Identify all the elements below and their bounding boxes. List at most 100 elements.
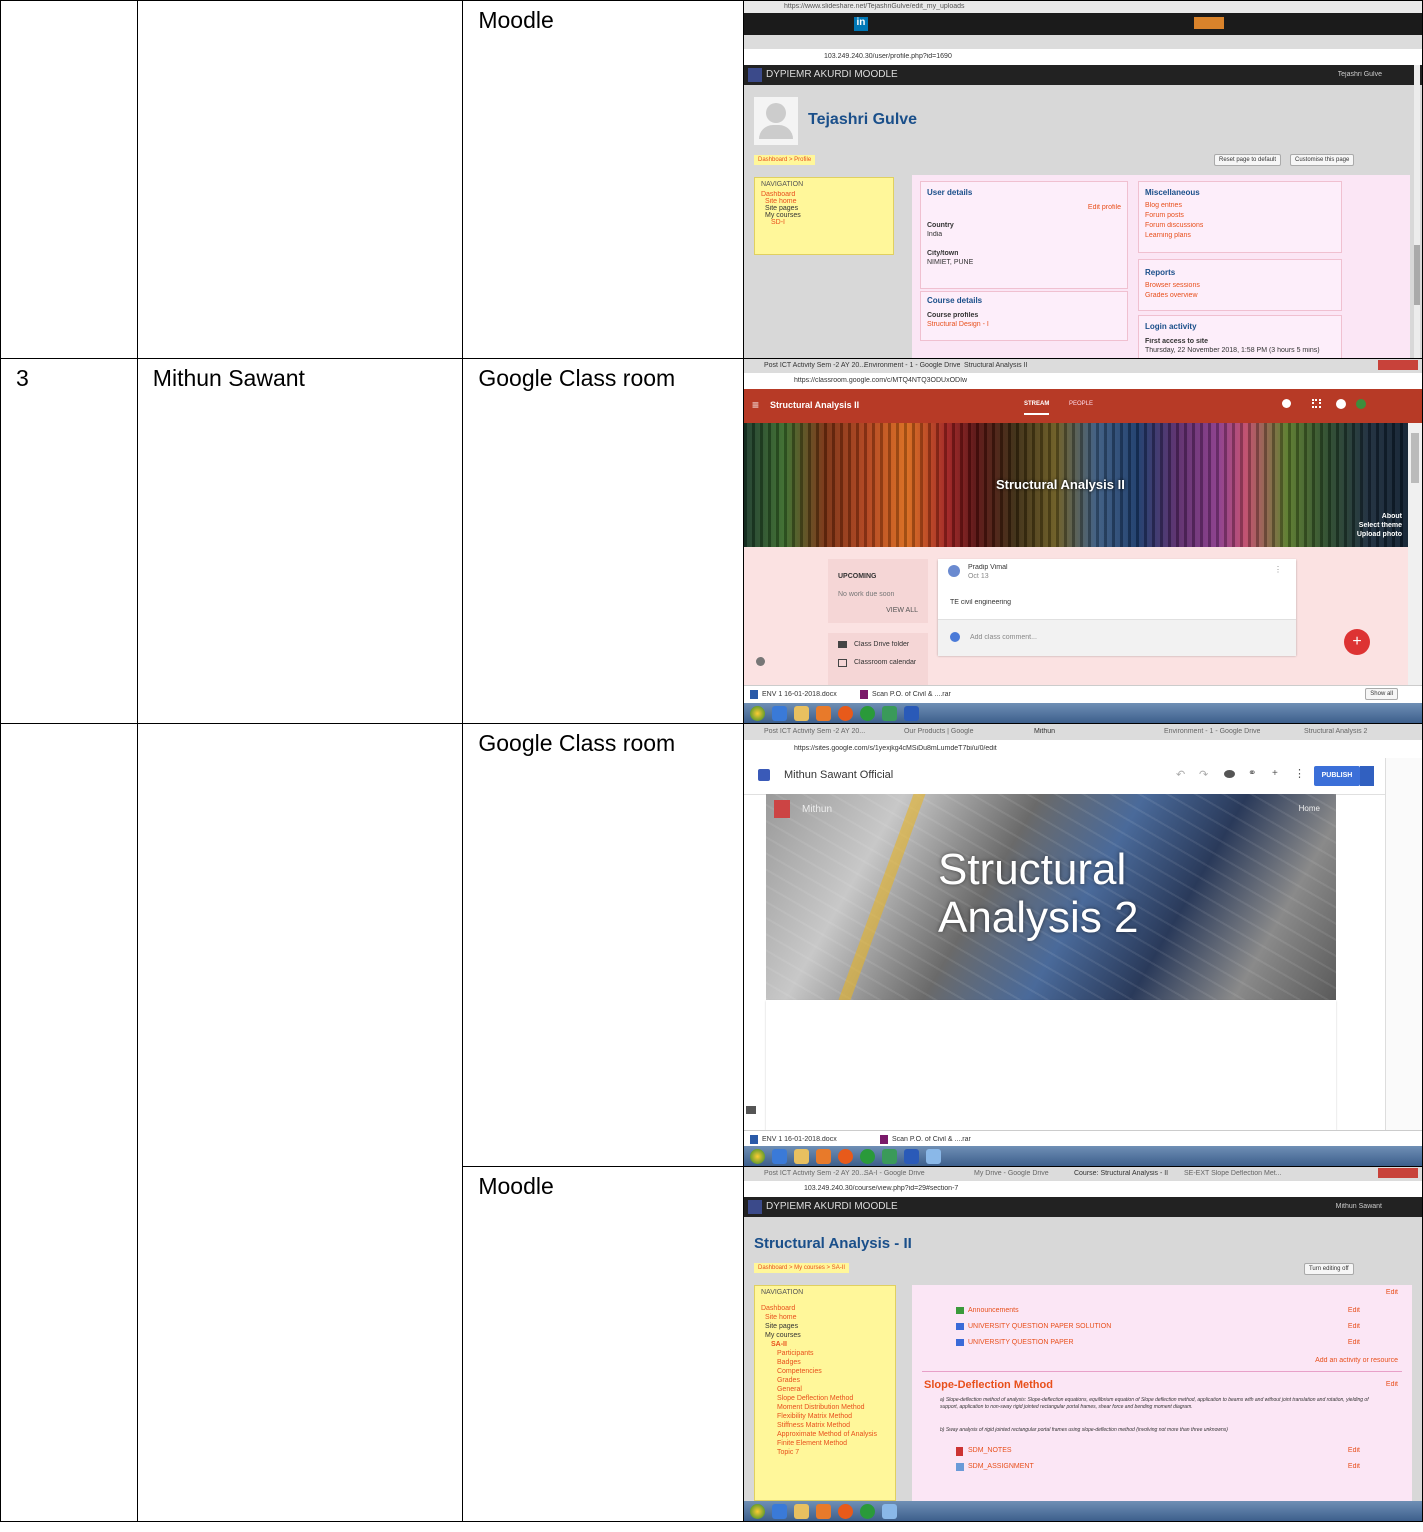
tab-slope[interactable]: SE-EXT Slope Deflection Met... — [1184, 1170, 1282, 1177]
redo-icon[interactable]: ↷ — [1199, 768, 1208, 781]
media-icon[interactable] — [815, 1504, 831, 1519]
activity-link[interactable]: UNIVERSITY QUESTION PAPER SOLUTION — [968, 1323, 1111, 1330]
start-icon[interactable] — [749, 1149, 765, 1164]
file-item[interactable]: SDM_NOTES Edit — [940, 1445, 1380, 1461]
site-title[interactable]: DYPIEMR AKURDI MOODLE — [766, 69, 898, 80]
activity-item[interactable]: UNIVERSITY QUESTION PAPER SOLUTION Edit — [940, 1321, 1380, 1337]
paint-icon[interactable] — [925, 1149, 941, 1164]
feedback-icon[interactable] — [745, 1106, 756, 1114]
tab-environment[interactable]: Environment - 1 - Google Drive — [1164, 728, 1260, 735]
scrollbar[interactable] — [1413, 65, 1420, 358]
edit-menu[interactable]: Edit — [1348, 1307, 1360, 1314]
nav-item-site-pages[interactable]: Site pages — [755, 205, 893, 212]
nav-item-site-home[interactable]: Site home — [755, 1313, 895, 1322]
file-link[interactable]: SDM_ASSIGNMENT — [968, 1463, 1034, 1470]
edit-menu[interactable]: Edit — [1348, 1463, 1360, 1470]
tab-stream[interactable]: STREAM — [1023, 401, 1050, 415]
word-icon[interactable] — [903, 706, 919, 721]
view-all-link[interactable]: VIEW ALL — [886, 607, 918, 614]
explorer-icon[interactable] — [793, 706, 809, 721]
tab-post-ict[interactable]: Post ICT Activity Sem -2 AY 20... — [764, 1170, 865, 1177]
download-item-2[interactable]: Scan P.O. of Civil & ....rar — [892, 1136, 971, 1143]
upload-photo-link[interactable]: Upload photo — [1357, 531, 1402, 538]
add-activity-link[interactable]: Add an activity or resource — [1315, 1357, 1398, 1364]
ie-icon[interactable] — [771, 1504, 787, 1519]
scrollbar[interactable] — [1407, 423, 1422, 685]
word-icon[interactable] — [903, 1149, 919, 1164]
share-icon[interactable]: + — [1272, 768, 1278, 779]
tab-post-ict[interactable]: Post ICT Activity Sem -2 AY 20... — [764, 728, 865, 735]
nav-item-topic-7[interactable]: Topic 7 — [755, 1448, 895, 1457]
download-item-2[interactable]: Scan P.O. of Civil & ....rar — [872, 691, 951, 698]
grades-overview-link[interactable]: Grades overview — [1145, 292, 1198, 299]
forum-discussions-link[interactable]: Forum discussions — [1145, 222, 1203, 229]
close-window-icon[interactable] — [1377, 360, 1418, 370]
tab-our-products[interactable]: Our Products | Google — [904, 728, 974, 735]
more-icon[interactable]: ⋮ — [1294, 767, 1305, 780]
nav-item-course[interactable]: SD-I — [755, 219, 893, 226]
tab-sa-drive[interactable]: SA-I - Google Drive — [864, 1170, 925, 1177]
tab-structural[interactable]: Structural Analysis II — [964, 362, 1027, 369]
nav-item-approximate-method[interactable]: Approximate Method of Analysis — [755, 1430, 895, 1439]
ie-icon[interactable] — [771, 706, 787, 721]
blog-entries-link[interactable]: Blog entries — [1145, 202, 1182, 209]
tab-my-drive[interactable]: My Drive - Google Drive — [974, 1170, 1049, 1177]
media-icon[interactable] — [815, 1149, 831, 1164]
firefox-icon[interactable] — [837, 706, 853, 721]
start-icon[interactable] — [749, 706, 765, 721]
link-icon[interactable]: ⚭ — [1248, 768, 1256, 779]
paint-icon[interactable] — [881, 1504, 897, 1519]
file-link[interactable]: SDM_NOTES — [968, 1447, 1012, 1454]
start-icon[interactable] — [749, 1504, 765, 1519]
customise-page-button[interactable]: Customise this page — [1289, 154, 1355, 166]
ie-icon[interactable] — [771, 1149, 787, 1164]
nav-item-site-home[interactable]: Site home — [755, 198, 893, 205]
chrome-icon[interactable] — [859, 1504, 875, 1519]
media-icon[interactable] — [815, 706, 831, 721]
url-bar[interactable]: https://classroom.google.com/c/MTQ4NTQ3O… — [794, 377, 967, 384]
nav-item-site-pages[interactable]: Site pages — [755, 1322, 895, 1331]
calendar-link[interactable]: Classroom calendar — [854, 659, 916, 666]
add-fab-button[interactable]: + — [1343, 629, 1370, 655]
nav-item-general[interactable]: General — [755, 1385, 895, 1394]
nav-item-stiffness-matrix[interactable]: Stiffness Matrix Method — [755, 1421, 895, 1430]
edit-menu[interactable]: Edit — [1348, 1339, 1360, 1346]
reset-page-button[interactable]: Reset page to default — [1213, 154, 1282, 166]
download-item-1[interactable]: ENV 1 16-01-2018.docx — [762, 1136, 837, 1143]
forum-posts-link[interactable]: Forum posts — [1145, 212, 1184, 219]
nav-item-dashboard[interactable]: Dashboard — [755, 191, 893, 198]
nav-item-competencies[interactable]: Competencies — [755, 1367, 895, 1376]
chrome-icon[interactable] — [859, 1149, 875, 1164]
file-item[interactable]: SDM_ASSIGNMENT Edit — [940, 1461, 1380, 1477]
more-icon[interactable]: ⋮ — [1274, 565, 1282, 574]
tab-mithun[interactable]: Mithun — [1034, 728, 1055, 735]
user-menu[interactable]: Mithun Sawant — [1336, 1203, 1382, 1210]
nav-item-course[interactable]: SA-II — [755, 1340, 895, 1349]
url-bar[interactable]: 103.249.240.30/course/view.php?id=29#sec… — [804, 1185, 958, 1192]
edit-menu[interactable]: Edit — [1348, 1323, 1360, 1330]
download-item-1[interactable]: ENV 1 16-01-2018.docx — [762, 691, 837, 698]
site-title[interactable]: Mithun Sawant Official — [784, 769, 893, 781]
class-name[interactable]: Structural Analysis II — [770, 400, 859, 410]
activity-item[interactable]: UNIVERSITY QUESTION PAPER Edit — [940, 1337, 1380, 1353]
browser-sessions-link[interactable]: Browser sessions — [1145, 282, 1200, 289]
close-window-icon[interactable] — [1377, 1168, 1418, 1178]
activity-link[interactable]: UNIVERSITY QUESTION PAPER — [968, 1339, 1074, 1346]
firefox-icon[interactable] — [837, 1504, 853, 1519]
edit-profile-link[interactable]: Edit profile — [1088, 204, 1121, 211]
publish-button[interactable]: PUBLISH — [1313, 766, 1360, 786]
course-link[interactable]: Structural Design - I — [927, 321, 989, 328]
nav-item-slope-deflection[interactable]: Slope Deflection Method — [755, 1394, 895, 1403]
header-name[interactable]: Mithun — [802, 804, 832, 815]
select-theme-link[interactable]: Select theme — [1359, 522, 1402, 529]
tab-course[interactable]: Course: Structural Analysis - II — [1074, 1170, 1168, 1177]
edit-menu[interactable]: Edit — [1386, 1381, 1398, 1388]
explorer-icon[interactable] — [793, 1149, 809, 1164]
turn-editing-off-button[interactable]: Turn editing off — [1303, 1263, 1354, 1275]
home-menu[interactable]: Home — [1299, 804, 1320, 813]
excel-icon[interactable] — [881, 1149, 897, 1164]
tab-post-ict[interactable]: Post ICT Activity Sem -2 AY 20... — [764, 362, 865, 369]
upload-button[interactable] — [1193, 17, 1224, 29]
nav-item-flexibility-matrix[interactable]: Flexibility Matrix Method — [755, 1412, 895, 1421]
nav-item-participants[interactable]: Participants — [755, 1349, 895, 1358]
